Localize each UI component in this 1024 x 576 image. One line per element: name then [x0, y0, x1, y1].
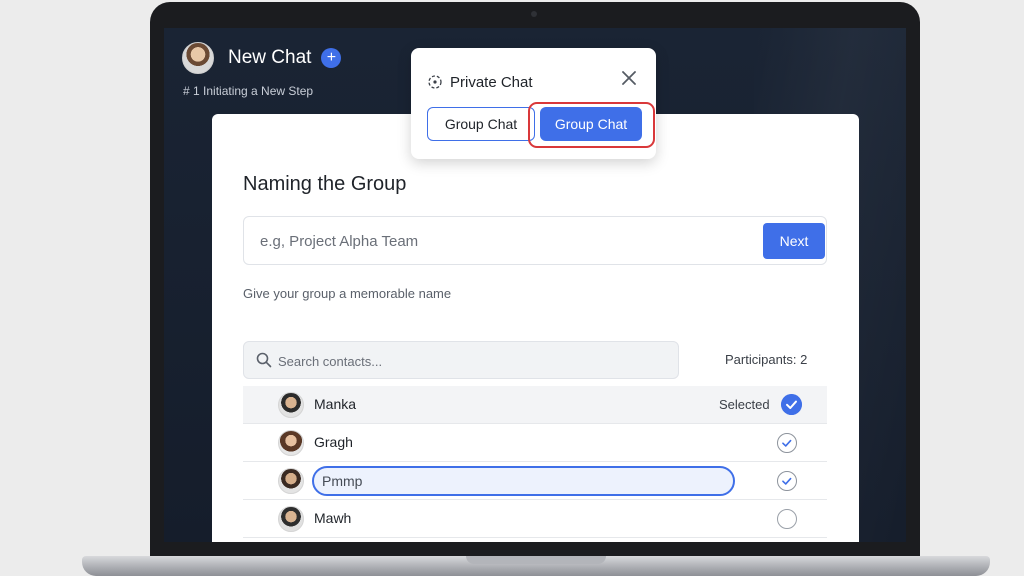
- search-input[interactable]: [278, 351, 658, 371]
- participants-count: Participants: 2: [725, 352, 808, 367]
- selected-label: Selected: [719, 397, 770, 412]
- contact-name: Mawh: [314, 510, 352, 526]
- check-circle-icon[interactable]: [777, 471, 797, 491]
- group-chat-option-button[interactable]: Group Chat: [427, 107, 535, 141]
- card-title: Naming the Group: [243, 173, 407, 195]
- contact-row-gragh[interactable]: Gragh: [243, 424, 827, 462]
- step-indicator: # 1 Initiating a New Step: [183, 84, 314, 98]
- contact-name: Manka: [314, 396, 357, 412]
- close-icon[interactable]: [620, 69, 638, 87]
- group-name-input[interactable]: [260, 231, 740, 251]
- contact-row-editing[interactable]: [243, 462, 827, 500]
- contact-row-manka[interactable]: Manka Selected: [243, 386, 827, 424]
- user-avatar[interactable]: [182, 42, 214, 74]
- avatar: [278, 430, 304, 456]
- contact-row-mawh[interactable]: Mawh: [243, 500, 827, 538]
- private-chat-icon: [428, 75, 442, 89]
- search-icon: [256, 352, 272, 368]
- check-circle-filled-icon[interactable]: [781, 394, 802, 415]
- group-name-field: Next: [243, 216, 827, 265]
- contact-search: [243, 341, 679, 379]
- page-title: New Chat: [228, 47, 312, 68]
- popup-title: Private Chat: [450, 74, 533, 91]
- contact-name-edit-input[interactable]: [312, 466, 735, 496]
- empty-circle-icon[interactable]: [777, 509, 797, 529]
- avatar: [278, 506, 304, 532]
- group-chat-selected-button[interactable]: Group Chat: [540, 107, 642, 141]
- group-name-helper: Give your group a memorable name: [243, 286, 452, 301]
- contact-list: Manka Selected Gragh Pmmp Mawh: [243, 386, 827, 538]
- avatar: [278, 468, 304, 494]
- laptop-notch: [466, 556, 606, 564]
- webcam: [531, 11, 537, 17]
- new-chat-plus-button[interactable]: +: [321, 48, 342, 68]
- contact-name: Gragh: [314, 434, 353, 450]
- avatar: [278, 392, 304, 418]
- check-circle-icon[interactable]: [777, 433, 797, 453]
- app-header: New Chat +: [182, 42, 342, 74]
- next-button[interactable]: Next: [763, 223, 825, 259]
- chat-type-popup: Private Chat Group Chat Group Chat: [411, 48, 656, 159]
- group-setup-card: Naming the Group Next Give your group a …: [212, 114, 859, 542]
